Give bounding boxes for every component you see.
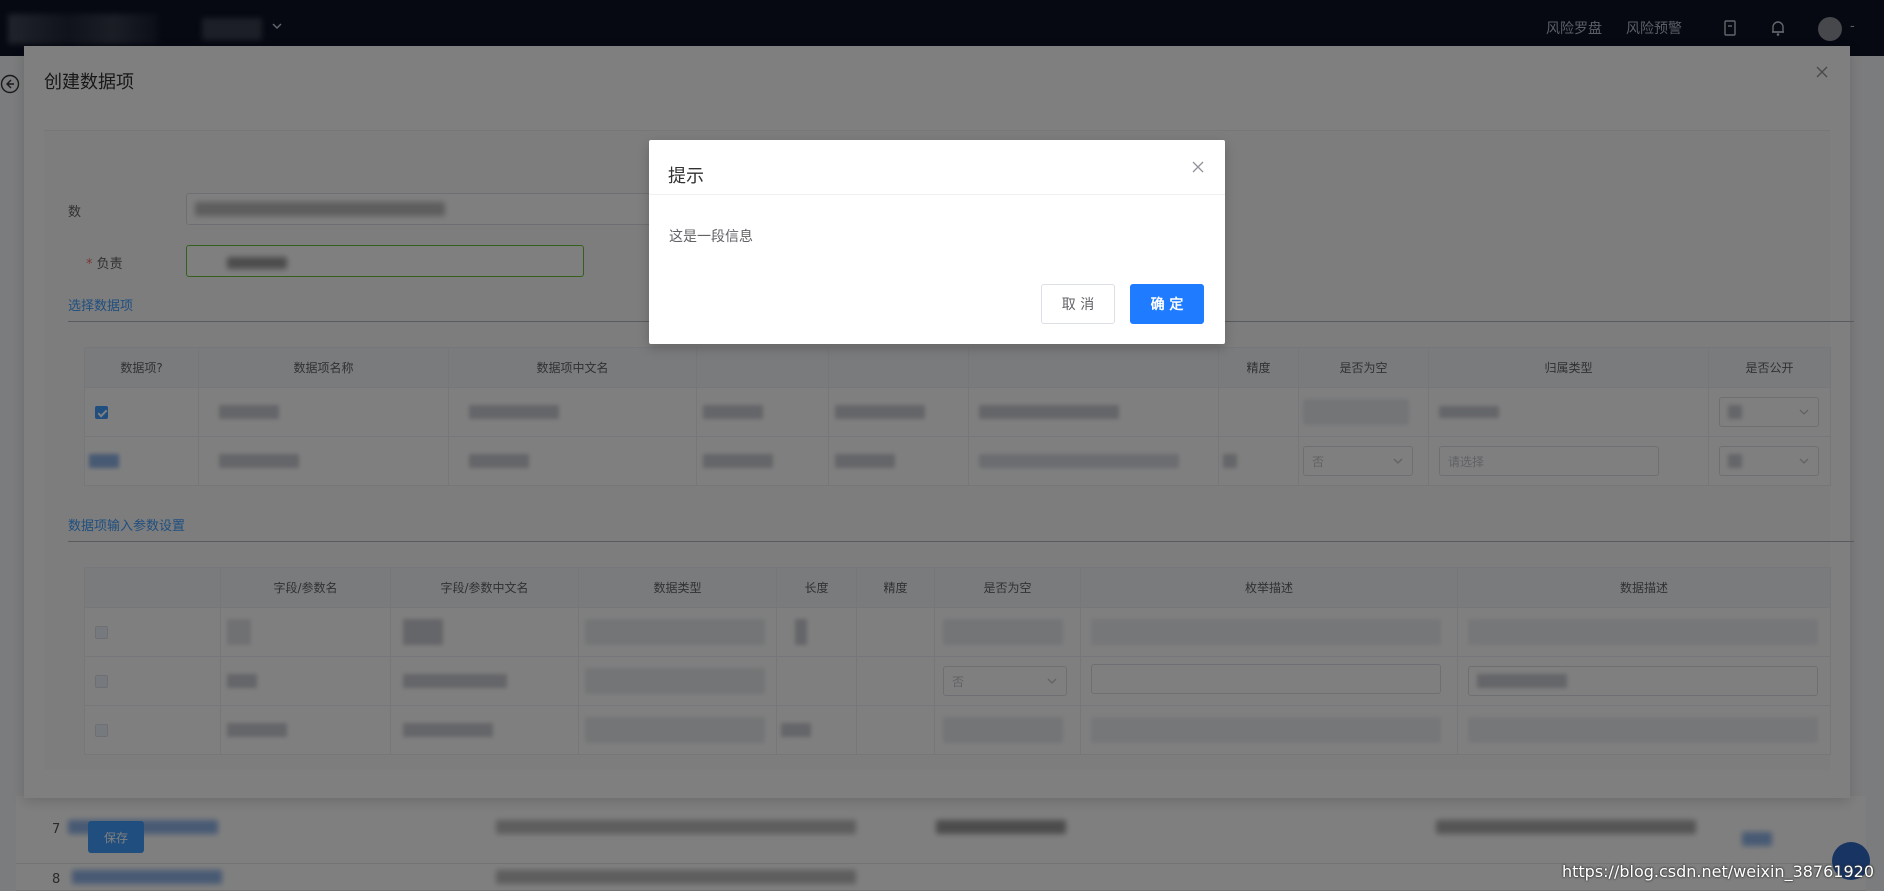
modal-overlay[interactable] <box>0 0 1884 891</box>
confirm-button[interactable]: 确 定 <box>1130 284 1204 324</box>
message-box-content: 这是一段信息 <box>669 229 753 245</box>
message-box-title: 提示 <box>668 166 704 187</box>
cancel-button[interactable]: 取 消 <box>1041 284 1115 324</box>
message-box: 提示 这是一段信息 取 消 确 定 <box>649 140 1225 344</box>
close-icon[interactable] <box>1191 160 1205 174</box>
divider <box>649 194 1225 195</box>
watermark: https://blog.csdn.net/weixin_38761920 <box>1561 862 1874 881</box>
